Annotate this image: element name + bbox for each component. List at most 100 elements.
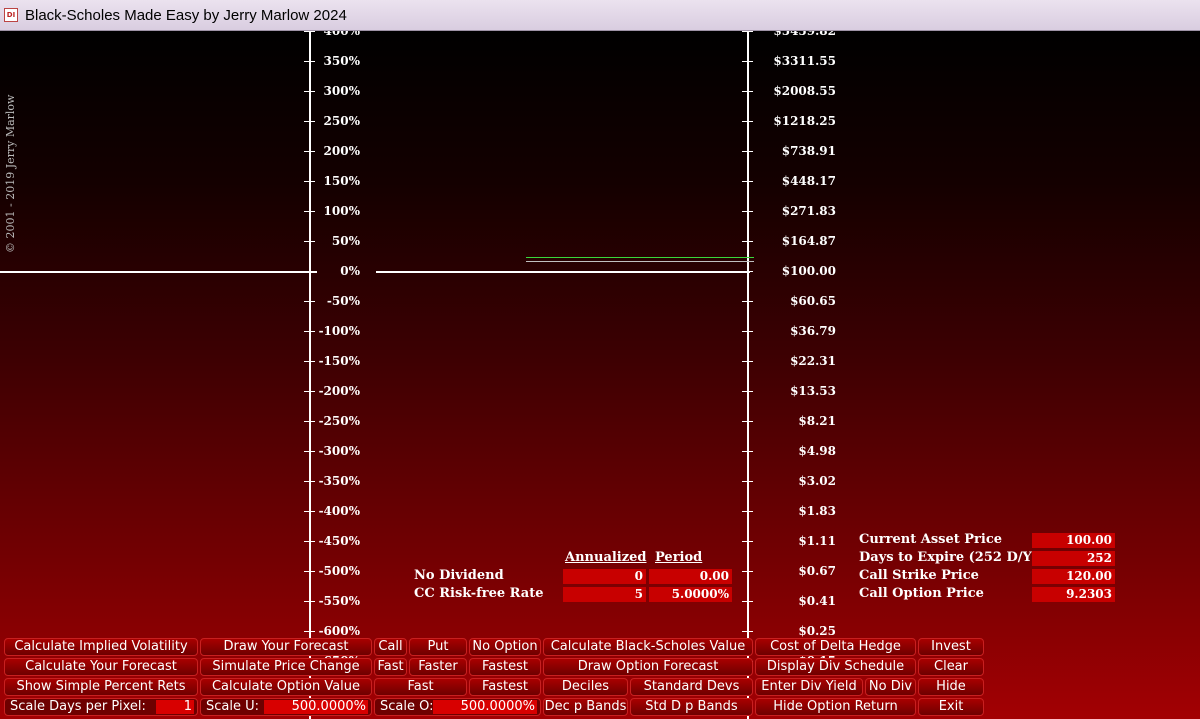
price-tick [742,121,753,122]
scale-u-label: Scale U: [206,699,260,714]
app-icon[interactable]: DI [4,8,18,22]
percent-tick-label: 100% [323,204,360,218]
call-button[interactable]: Call [374,638,407,656]
percent-tick-label: -200% [318,384,360,398]
calc-your-forecast-button[interactable]: Calculate Your Forecast [4,658,198,676]
price-tick [742,181,753,182]
current-asset-price-value: 100.00 [1032,533,1115,548]
hide-button[interactable]: Hide [918,678,984,696]
deciles-button[interactable]: Deciles [543,678,628,696]
scale-u-input[interactable]: 500.0000% [264,700,368,714]
no-option-button[interactable]: No Option [469,638,541,656]
price-tick-label: $3311.55 [773,54,836,68]
price-tick [742,241,753,242]
price-tick [742,91,753,92]
price-tick-label: $8.21 [798,414,836,428]
percent-tick-label: -100% [318,324,360,338]
no-div-button[interactable]: No Div [865,678,916,696]
price-tick-label: $1.83 [798,504,836,518]
percent-tick-label: -300% [318,444,360,458]
draw-option-forecast-button[interactable]: Draw Option Forecast [543,658,753,676]
calc-implied-volatility-button[interactable]: Calculate Implied Volatility [4,638,198,656]
price-tick [742,301,753,302]
period-header: Period [655,550,703,565]
no-dividend-label: No Dividend [414,568,504,583]
hide-option-return-button[interactable]: Hide Option Return [755,698,916,716]
price-tick-label: $0.41 [798,594,836,608]
copyright-text: © 2001 - 2019 Jerry Marlow [4,94,17,253]
current-asset-price-label: Current Asset Price [859,532,1003,547]
call-option-price-label: Call Option Price [859,586,984,601]
clear-button[interactable]: Clear [918,658,984,676]
draw-your-forecast-button[interactable]: Draw Your Forecast [200,638,372,656]
calc-option-value-button[interactable]: Calculate Option Value [200,678,372,696]
fast-button[interactable]: Fast [374,658,407,676]
fastest-button[interactable]: Fastest [469,658,541,676]
scale-days-label: Scale Days per Pixel: [10,699,146,714]
price-tick-label: $4.98 [798,444,836,458]
annualized-header: Annualized [565,550,647,565]
price-tick-label: $448.17 [781,174,836,188]
title-bar: DI Black-Scholes Made Easy by Jerry Marl… [0,0,1200,31]
scale-o-input[interactable]: 500.0000% [433,700,537,714]
fast-option-button[interactable]: Fast [374,678,467,696]
price-tick-label: $738.91 [781,144,836,158]
dec-p-bands-button[interactable]: Dec p Bands [543,698,628,716]
percent-tick-label: -600% [318,624,360,638]
price-tick [742,571,753,572]
standard-devs-button[interactable]: Standard Devs [630,678,753,696]
percent-tick-label: -150% [318,354,360,368]
percent-tick-label: -550% [318,594,360,608]
std-d-p-bands-button[interactable]: Std D p Bands [630,698,753,716]
price-tick [742,481,753,482]
risk-free-period: 5.0000% [649,587,732,602]
no-dividend-period: 0.00 [649,569,732,584]
show-simple-percent-rets-button[interactable]: Show Simple Percent Rets [4,678,198,696]
simulate-price-change-button[interactable]: Simulate Price Change [200,658,372,676]
percent-tick-label: -250% [318,414,360,428]
percent-tick-label: 250% [323,114,360,128]
percent-tick-label: 400% [323,31,360,38]
call-option-price-value: 9.2303 [1032,587,1115,602]
fastest-option-button[interactable]: Fastest [469,678,541,696]
price-tick-label: $60.65 [790,294,836,308]
percent-tick-label: 300% [323,84,360,98]
calc-black-scholes-button[interactable]: Calculate Black-Scholes Value [543,638,753,656]
chart-canvas[interactable]: © 2001 - 2019 Jerry Marlow 400% $5459.82 3… [0,31,1200,719]
percent-tick-label: -450% [318,534,360,548]
price-tick-label: $271.83 [781,204,836,218]
scale-days-input[interactable]: 1 [156,700,194,714]
scale-u-field[interactable]: Scale U: 500.0000% [200,698,372,716]
scale-o-field[interactable]: Scale O: 500.0000% [374,698,541,716]
price-tick-label: $22.31 [790,354,836,368]
display-div-schedule-button[interactable]: Display Div Schedule [755,658,916,676]
forecast-line-green [526,257,754,258]
put-button[interactable]: Put [409,638,467,656]
exit-button[interactable]: Exit [918,698,984,716]
price-tick-label: $5459.82 [773,31,836,38]
cost-of-delta-hedge-button[interactable]: Cost of Delta Hedge [755,638,916,656]
price-tick [742,331,753,332]
invest-button[interactable]: Invest [918,638,984,656]
days-to-expire-label: Days to Expire (252 D/Y) [859,550,1038,565]
percent-tick-label: -350% [318,474,360,488]
call-strike-value: 120.00 [1032,569,1115,584]
price-tick [742,31,753,32]
faster-button[interactable]: Faster [409,658,467,676]
scale-days-field[interactable]: Scale Days per Pixel: 1 [4,698,198,716]
price-tick-label: $0.67 [798,564,836,578]
zero-line-left [0,271,317,273]
price-tick-label: $2008.55 [773,84,836,98]
risk-free-label: CC Risk-free Rate [414,586,544,601]
percent-tick-label: -50% [326,294,360,308]
price-tick-label: $1.11 [798,534,836,548]
price-tick [742,361,753,362]
scale-o-label: Scale O: [380,699,434,714]
enter-div-yield-button[interactable]: Enter Div Yield [755,678,863,696]
percent-tick-label: 50% [331,234,360,248]
price-tick-label: $13.53 [790,384,836,398]
price-tick [742,391,753,392]
price-tick [742,61,753,62]
percent-axis [309,31,311,719]
price-tick [742,451,753,452]
